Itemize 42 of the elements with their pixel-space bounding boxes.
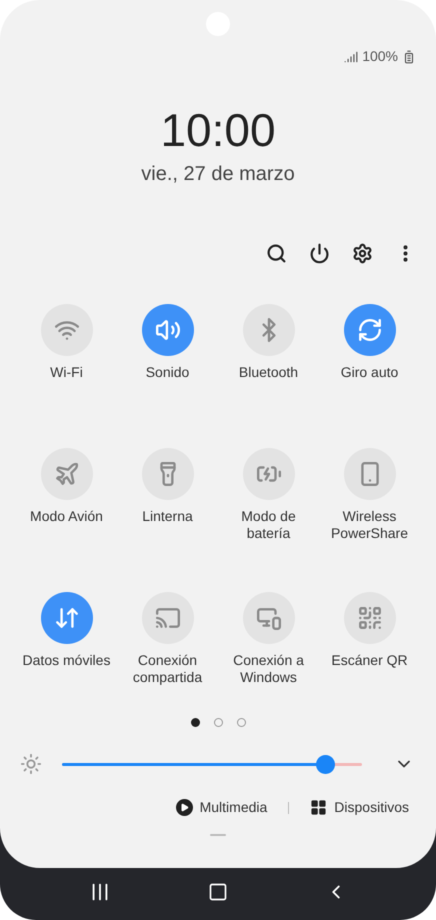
battery-icon <box>402 50 416 64</box>
qr-code-icon <box>356 605 382 631</box>
toggle-button[interactable] <box>40 304 92 356</box>
date-text: vie., 27 de marzo <box>141 162 295 187</box>
power-icon[interactable] <box>309 243 330 264</box>
brightness-icon <box>20 753 42 775</box>
clock-time: 10:00 <box>160 105 276 155</box>
toggle-label: Wireless PowerShare <box>330 508 410 542</box>
toggle-button[interactable] <box>344 304 396 356</box>
toggle-label: Escáner QR <box>330 652 409 670</box>
settings-icon[interactable] <box>352 243 373 264</box>
toggle-label: Bluetooth <box>238 364 300 382</box>
search-icon[interactable] <box>266 243 287 264</box>
drag-handle[interactable] <box>210 834 226 836</box>
toggle-label: Sonido <box>144 364 190 382</box>
toggle-button[interactable] <box>40 448 92 500</box>
arrows-icon <box>54 605 80 631</box>
toggle-button[interactable] <box>142 448 194 500</box>
toggle-label: Wi-Fi <box>49 364 84 382</box>
toggle-button[interactable] <box>142 304 194 356</box>
toggle-label: Datos móviles <box>22 652 112 670</box>
toggle-label: Giro auto <box>340 364 400 382</box>
slider-thumb[interactable] <box>316 754 335 774</box>
devices-icon <box>256 605 282 631</box>
toggle-label: Modo de batería <box>240 508 297 542</box>
toggle-label: Modo Avión <box>29 508 104 526</box>
toggle-button[interactable] <box>40 592 92 644</box>
brightness-slider[interactable] <box>62 754 362 774</box>
home-icon[interactable] <box>208 882 228 902</box>
battery-percent: 100% <box>362 47 398 66</box>
toggle-label: Conexión a Windows <box>232 652 305 686</box>
play-icon <box>176 799 193 816</box>
airplane-icon <box>54 461 80 487</box>
signal-icon <box>344 50 358 64</box>
toggle-label: Conexión compartida <box>132 652 204 686</box>
multimedia-button[interactable]: Multimedia <box>176 797 268 818</box>
toggle-button[interactable] <box>142 592 194 644</box>
rotate-icon <box>356 317 382 343</box>
speaker-icon <box>154 317 180 343</box>
toggle-label: Linterna <box>141 508 194 526</box>
grid-icon <box>310 799 328 816</box>
devices-button[interactable]: Dispositivos <box>310 797 409 818</box>
